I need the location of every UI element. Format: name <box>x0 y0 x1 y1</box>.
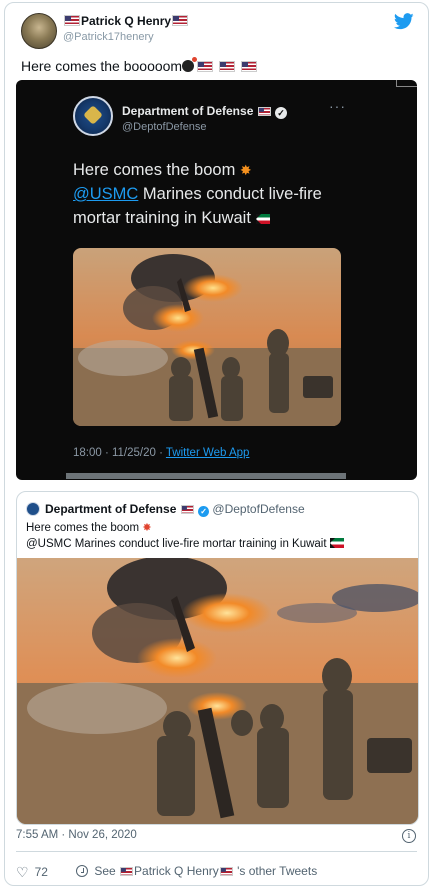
more-options-icon: ··· <box>329 98 346 114</box>
us-flag-icon <box>218 61 235 72</box>
us-flag-icon <box>172 15 189 26</box>
screenshot-bottom-bar <box>66 473 346 479</box>
us-flag-icon <box>64 15 80 26</box>
see-name: Patrick Q Henry <box>134 864 219 878</box>
dod-account-name-text: Department of Defense <box>122 104 254 118</box>
mortar-photo <box>73 248 341 426</box>
us-flag-icon <box>240 61 257 72</box>
dod-account-name: Department of Defense ✓ <box>122 104 288 119</box>
embedded-screenshot-image[interactable]: Department of Defense ✓ @DeptofDefense ·… <box>16 80 417 480</box>
see-other-tweets-link[interactable]: See Patrick Q Henry 's other Tweets <box>76 864 317 878</box>
dod-tweet-text: Here comes the boom ✸ @USMC Marines cond… <box>73 158 373 230</box>
dod-line-1: Here comes the boom <box>73 161 236 179</box>
divider <box>16 851 417 852</box>
quoted-tweet[interactable]: Department of Defense ✓ @DeptofDefense H… <box>16 491 419 825</box>
tweet-text-body: Here comes the booooom <box>21 58 183 74</box>
quoted-line-2: @USMC Marines conduct live-fire mortar t… <box>26 538 327 550</box>
author-name-text: Patrick Q Henry <box>81 14 172 28</box>
dod-timestamp: 18:00 · 11/25/20 · Twitter Web App <box>73 447 249 459</box>
twitter-bird-icon[interactable] <box>394 13 414 30</box>
tweet-text: Here comes the booooom <box>21 57 258 74</box>
verified-badge-icon: ✓ <box>198 506 210 517</box>
see-suffix: 's other Tweets <box>237 864 318 878</box>
author-handle[interactable]: @Patrick17henery <box>63 31 154 43</box>
see-prefix: See <box>94 864 116 878</box>
like-button[interactable]: ♡ 72 <box>16 864 48 881</box>
us-flag-icon <box>197 61 214 72</box>
us-flag-icon <box>257 107 271 116</box>
quoted-line-1: Here comes the boom <box>26 522 140 534</box>
dod-handle: @DeptofDefense <box>122 121 207 133</box>
author-name[interactable]: Patrick Q Henry <box>63 14 189 28</box>
us-flag-icon <box>180 505 194 514</box>
us-flag-icon <box>219 867 233 876</box>
corner-mark <box>396 80 417 87</box>
avatar[interactable] <box>21 13 57 49</box>
heart-icon: ♡ <box>16 864 29 880</box>
kuwait-flag-icon <box>329 538 344 548</box>
explosion-icon: ✸ <box>239 162 252 178</box>
verified-badge-icon: ✓ <box>275 107 288 119</box>
dod-seal-avatar <box>26 502 40 516</box>
quoted-account-name: Department of Defense ✓ @DeptofDefense <box>45 502 305 517</box>
usmc-mention: @USMC <box>73 185 139 203</box>
tweet-timestamp[interactable]: 7:55 AM · Nov 26, 2020 <box>16 829 137 841</box>
profile-icon <box>76 865 88 877</box>
kuwait-flag-icon <box>255 214 270 224</box>
dod-timestamp-text: 18:00 · 11/25/20 · <box>73 447 166 459</box>
like-count: 72 <box>34 865 48 879</box>
us-flag-icon <box>120 867 134 876</box>
mortar-photo[interactable] <box>17 558 418 824</box>
quoted-account-handle: @DeptofDefense <box>212 502 305 516</box>
explosion-icon: ✸ <box>142 522 152 534</box>
info-icon[interactable]: i <box>402 829 416 843</box>
dod-seal-avatar <box>73 96 113 136</box>
dod-app-link: Twitter Web App <box>165 447 250 459</box>
quoted-account-name-text: Department of Defense <box>45 502 177 516</box>
dod-line-2: Marines conduct live-fire <box>138 185 322 203</box>
dod-line-3: mortar training in Kuwait <box>73 209 251 227</box>
quoted-tweet-text: Here comes the boom ✸ @USMC Marines cond… <box>26 520 411 552</box>
bomb-icon <box>182 57 198 72</box>
